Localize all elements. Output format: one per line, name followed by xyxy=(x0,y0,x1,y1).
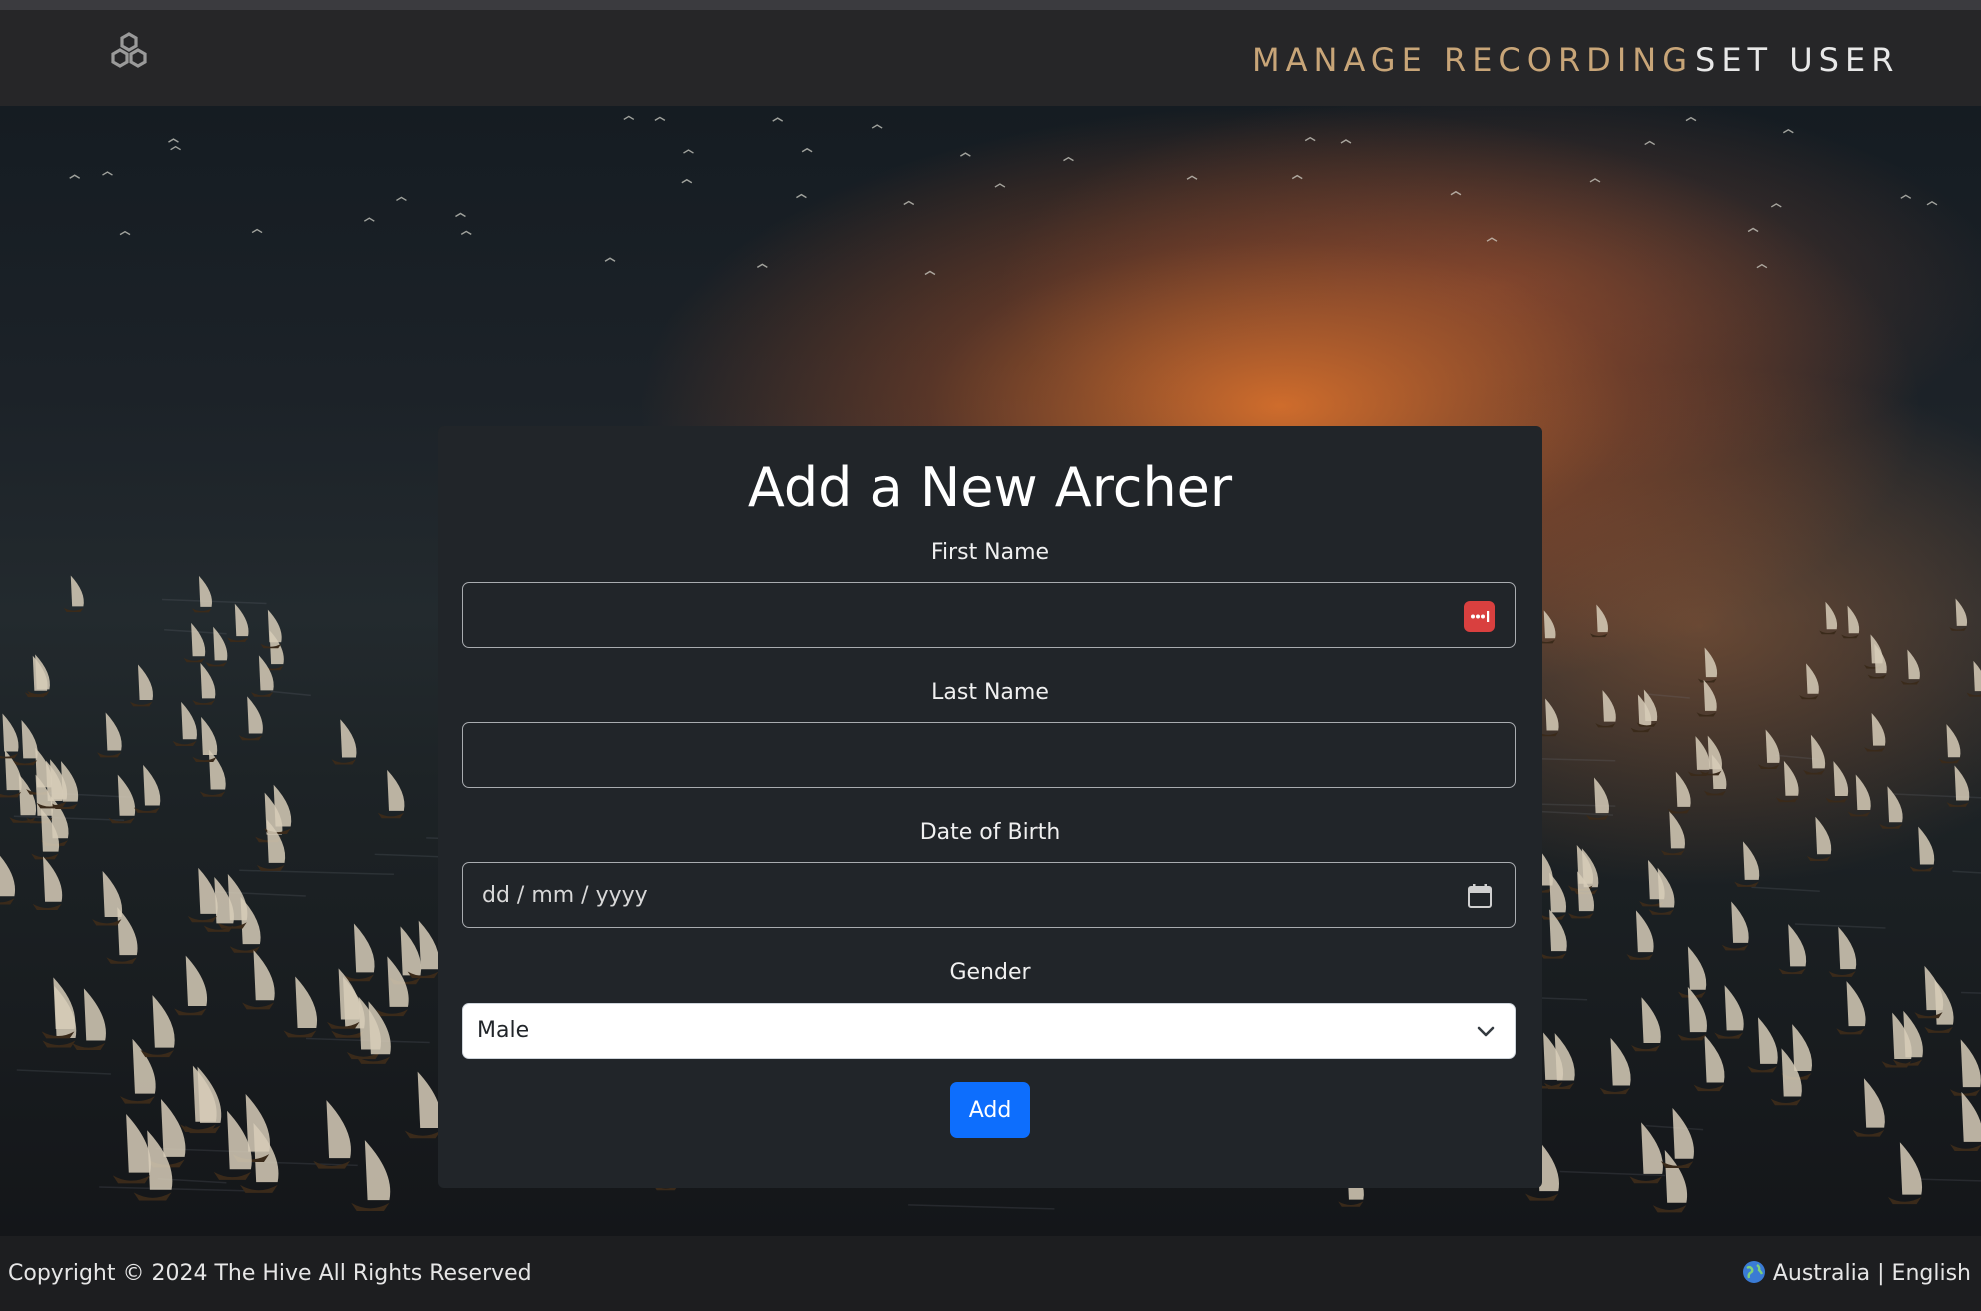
locale-selector[interactable]: Australia | English xyxy=(1741,1236,1971,1300)
calendar-icon[interactable] xyxy=(1467,883,1493,909)
gender-selected-value: Male xyxy=(477,1018,530,1043)
password-manager-icon[interactable] xyxy=(1464,601,1495,632)
gender-label: Gender xyxy=(949,960,1031,985)
background-hero-image: Add a New Archer First Name Last Name Da… xyxy=(0,106,1981,1236)
copyright-text: Copyright © 2024 The Hive All Rights Res… xyxy=(8,1261,532,1286)
locale-text: Australia | English xyxy=(1772,1261,1971,1286)
last-name-label: Last Name xyxy=(931,680,1049,705)
hexagon-cluster-icon[interactable] xyxy=(104,30,154,80)
nav-manage-recording[interactable]: MANAGE RECORDING xyxy=(1252,30,1693,90)
top-navbar: MANAGE RECORDING SET USER xyxy=(0,10,1981,106)
first-name-field[interactable] xyxy=(462,582,1516,648)
add-archer-form-card: Add a New Archer First Name Last Name Da… xyxy=(438,426,1542,1188)
date-of-birth-label: Date of Birth xyxy=(919,820,1061,845)
form-title: Add a New Archer xyxy=(747,456,1233,519)
first-name-label: First Name xyxy=(930,540,1050,565)
add-button[interactable]: Add xyxy=(950,1082,1030,1138)
date-placeholder: dd / mm / yyyy xyxy=(482,883,648,908)
date-of-birth-field[interactable]: dd / mm / yyyy xyxy=(462,862,1516,928)
gender-select[interactable]: Male xyxy=(462,1003,1516,1059)
chevron-down-icon xyxy=(1477,1026,1495,1037)
first-name-input[interactable] xyxy=(463,583,1515,647)
nav-set-user[interactable]: SET USER xyxy=(1695,30,1899,90)
last-name-input[interactable] xyxy=(463,723,1515,787)
globe-icon xyxy=(1742,1261,1765,1283)
footer: Copyright © 2024 The Hive All Rights Res… xyxy=(0,1236,1981,1300)
window-top-edge xyxy=(0,0,1981,10)
last-name-field[interactable] xyxy=(462,722,1516,788)
